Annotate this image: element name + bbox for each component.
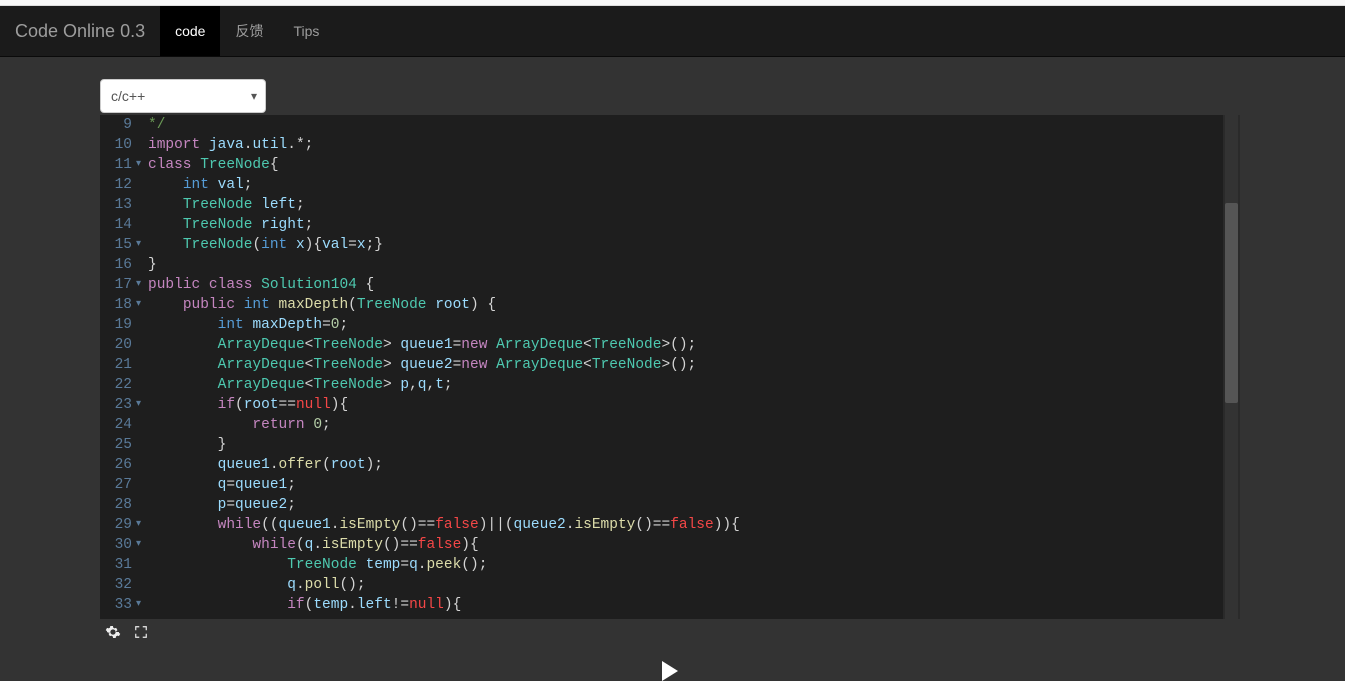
line-number: 18 — [100, 295, 132, 315]
line-number: 19 — [100, 315, 132, 335]
editor-scrollbar[interactable] — [1223, 115, 1240, 619]
language-select-value: c/c++ — [111, 88, 145, 104]
code-line[interactable]: int maxDepth=0; — [148, 315, 1240, 335]
code-line[interactable]: } — [148, 255, 1240, 275]
fold-marker — [136, 435, 146, 455]
tab-feedback[interactable]: 反馈 — [220, 6, 278, 56]
line-number: 25 — [100, 435, 132, 455]
editor-bottom-toolbar — [100, 619, 1240, 641]
code-line[interactable]: ArrayDeque<TreeNode> p,q,t; — [148, 375, 1240, 395]
editor-fold-column: ▾▾▾▾▾▾▾▾ — [136, 115, 146, 619]
line-number: 30 — [100, 535, 132, 555]
fold-marker — [136, 375, 146, 395]
fold-marker[interactable]: ▾ — [136, 395, 146, 415]
fold-marker — [136, 475, 146, 495]
content-area: c/c++ 9101112131415161718192021222324252… — [0, 57, 1345, 681]
code-line[interactable]: return 0; — [148, 415, 1240, 435]
fold-marker — [136, 255, 146, 275]
fold-marker — [136, 215, 146, 235]
code-line[interactable]: ArrayDeque<TreeNode> queue1=new ArrayDeq… — [148, 335, 1240, 355]
fold-marker — [136, 175, 146, 195]
code-line[interactable]: class TreeNode{ — [148, 155, 1240, 175]
code-line[interactable]: public int maxDepth(TreeNode root) { — [148, 295, 1240, 315]
fold-marker — [136, 455, 146, 475]
line-number: 23 — [100, 395, 132, 415]
fullscreen-icon[interactable] — [132, 623, 150, 641]
tab-code[interactable]: code — [160, 6, 220, 56]
language-select[interactable]: c/c++ — [100, 79, 266, 113]
line-number: 27 — [100, 475, 132, 495]
code-line[interactable]: */ — [148, 115, 1240, 135]
fold-marker — [136, 335, 146, 355]
code-line[interactable]: ArrayDeque<TreeNode> queue2=new ArrayDeq… — [148, 355, 1240, 375]
fold-marker[interactable]: ▾ — [136, 235, 146, 255]
line-number: 26 — [100, 455, 132, 475]
code-line[interactable]: if(root==null){ — [148, 395, 1240, 415]
fold-marker — [136, 355, 146, 375]
line-number: 9 — [100, 115, 132, 135]
editor-gutter: 9101112131415161718192021222324252627282… — [100, 115, 136, 619]
code-line[interactable]: public class Solution104 { — [148, 275, 1240, 295]
code-line[interactable]: queue1.offer(root); — [148, 455, 1240, 475]
line-number: 12 — [100, 175, 132, 195]
line-number: 20 — [100, 335, 132, 355]
app-brand: Code Online 0.3 — [0, 6, 160, 56]
fold-marker — [136, 575, 146, 595]
code-line[interactable]: TreeNode temp=q.peek(); — [148, 555, 1240, 575]
fold-marker[interactable]: ▾ — [136, 595, 146, 615]
line-number: 22 — [100, 375, 132, 395]
nav-tabs: code 反馈 Tips — [160, 6, 334, 56]
code-line[interactable]: while(q.isEmpty()==false){ — [148, 535, 1240, 555]
code-line[interactable]: while((queue1.isEmpty()==false)||(queue2… — [148, 515, 1240, 535]
fold-marker[interactable]: ▾ — [136, 535, 146, 555]
code-line[interactable]: TreeNode right; — [148, 215, 1240, 235]
scrollbar-thumb[interactable] — [1225, 203, 1238, 403]
line-number: 32 — [100, 575, 132, 595]
fold-marker — [136, 115, 146, 135]
run-button[interactable] — [662, 661, 678, 681]
fold-marker — [136, 315, 146, 335]
fold-marker — [136, 135, 146, 155]
tab-tips[interactable]: Tips — [278, 6, 334, 56]
line-number: 24 — [100, 415, 132, 435]
fold-marker[interactable]: ▾ — [136, 295, 146, 315]
line-number: 14 — [100, 215, 132, 235]
fold-marker[interactable]: ▾ — [136, 275, 146, 295]
code-line[interactable]: q.poll(); — [148, 575, 1240, 595]
line-number: 10 — [100, 135, 132, 155]
code-line[interactable]: int val; — [148, 175, 1240, 195]
code-line[interactable]: } — [148, 435, 1240, 455]
navbar: Code Online 0.3 code 反馈 Tips — [0, 6, 1345, 57]
line-number: 28 — [100, 495, 132, 515]
line-number: 29 — [100, 515, 132, 535]
line-number: 13 — [100, 195, 132, 215]
line-number: 33 — [100, 595, 132, 615]
fold-marker — [136, 555, 146, 575]
line-number: 21 — [100, 355, 132, 375]
fold-marker[interactable]: ▾ — [136, 515, 146, 535]
line-number: 17 — [100, 275, 132, 295]
line-number: 16 — [100, 255, 132, 275]
fold-marker — [136, 495, 146, 515]
fold-marker[interactable]: ▾ — [136, 155, 146, 175]
code-line[interactable]: TreeNode left; — [148, 195, 1240, 215]
code-line[interactable]: p=queue2; — [148, 495, 1240, 515]
line-number: 15 — [100, 235, 132, 255]
code-line[interactable]: if(temp.left!=null){ — [148, 595, 1240, 615]
code-line[interactable]: q=queue1; — [148, 475, 1240, 495]
fold-marker — [136, 195, 146, 215]
run-bar — [100, 661, 1240, 681]
line-number: 31 — [100, 555, 132, 575]
settings-icon[interactable] — [104, 623, 122, 641]
code-editor[interactable]: 9101112131415161718192021222324252627282… — [100, 115, 1240, 619]
line-number: 11 — [100, 155, 132, 175]
code-line[interactable]: TreeNode(int x){val=x;} — [148, 235, 1240, 255]
editor-code-area[interactable]: */import java.util.*;class TreeNode{ int… — [146, 115, 1240, 619]
code-line[interactable]: import java.util.*; — [148, 135, 1240, 155]
fold-marker — [136, 415, 146, 435]
